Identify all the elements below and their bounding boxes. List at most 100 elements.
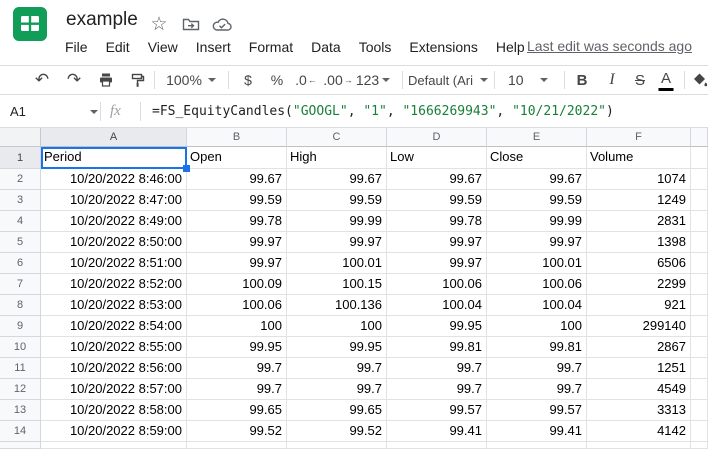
cell-B14[interactable]: 99.52 <box>187 421 287 442</box>
cell-B8[interactable]: 100.06 <box>187 295 287 316</box>
row-header-7[interactable]: 7 <box>0 274 41 295</box>
currency-format-button[interactable]: $ <box>238 66 258 94</box>
fill-handle[interactable] <box>183 165 190 172</box>
zoom-select[interactable]: 100% <box>162 66 220 94</box>
cell-C9[interactable]: 100 <box>287 316 387 337</box>
cell-B3[interactable]: 99.59 <box>187 190 287 211</box>
cell-D5[interactable]: 99.97 <box>387 232 487 253</box>
cell-C8[interactable]: 100.136 <box>287 295 387 316</box>
cell-B7[interactable]: 100.09 <box>187 274 287 295</box>
cell-C10[interactable]: 99.95 <box>287 337 387 358</box>
cell-A14[interactable]: 10/20/2022 8:59:00 <box>41 421 187 442</box>
cell-C5[interactable]: 99.97 <box>287 232 387 253</box>
cell-F13[interactable]: 3313 <box>587 400 691 421</box>
row-header-1[interactable]: 1 <box>0 147 41 169</box>
cell-B10[interactable]: 99.95 <box>187 337 287 358</box>
menu-data[interactable]: Data <box>302 35 350 59</box>
column-header-C[interactable]: C <box>287 128 387 147</box>
cell-F9[interactable]: 299140 <box>587 316 691 337</box>
menu-tools[interactable]: Tools <box>350 35 401 59</box>
cell-F5[interactable]: 1398 <box>587 232 691 253</box>
cell-F6[interactable]: 6506 <box>587 253 691 274</box>
row-header-6[interactable]: 6 <box>0 253 41 274</box>
cell-E6[interactable]: 100.01 <box>487 253 587 274</box>
column-header-A[interactable]: A <box>41 128 187 147</box>
cell-C1[interactable]: High <box>287 147 387 169</box>
cell-E10[interactable]: 99.81 <box>487 337 587 358</box>
cell-C2[interactable]: 99.67 <box>287 169 387 190</box>
column-header-E[interactable]: E <box>487 128 587 147</box>
cell-A7[interactable]: 10/20/2022 8:52:00 <box>41 274 187 295</box>
move-to-folder-icon[interactable] <box>180 13 202 35</box>
cell-C4[interactable]: 99.99 <box>287 211 387 232</box>
percent-format-button[interactable]: % <box>266 66 288 94</box>
fill-color-button[interactable] <box>690 66 708 94</box>
cell-D10[interactable]: 99.81 <box>387 337 487 358</box>
cell-C7[interactable]: 100.15 <box>287 274 387 295</box>
cell-B9[interactable]: 100 <box>187 316 287 337</box>
cell-B1[interactable]: Open <box>187 147 287 169</box>
strikethrough-button[interactable]: S <box>628 66 652 94</box>
cell-B5[interactable]: 99.97 <box>187 232 287 253</box>
cell-E9[interactable]: 100 <box>487 316 587 337</box>
cell-E3[interactable]: 99.59 <box>487 190 587 211</box>
cell-A9[interactable]: 10/20/2022 8:54:00 <box>41 316 187 337</box>
cell-E1[interactable]: Close <box>487 147 587 169</box>
row-header-2[interactable]: 2 <box>0 169 41 190</box>
row-header-4[interactable]: 4 <box>0 211 41 232</box>
cell-F10[interactable]: 2867 <box>587 337 691 358</box>
bold-button[interactable]: B <box>570 66 594 94</box>
column-header-D[interactable]: D <box>387 128 487 147</box>
cell-E8[interactable]: 100.04 <box>487 295 587 316</box>
sheets-logo-icon[interactable] <box>13 7 47 41</box>
cloud-saved-icon[interactable] <box>211 13 233 35</box>
cell-D2[interactable]: 99.67 <box>387 169 487 190</box>
cell-D6[interactable]: 99.97 <box>387 253 487 274</box>
row-header-10[interactable]: 10 <box>0 337 41 358</box>
cell-B13[interactable]: 99.65 <box>187 400 287 421</box>
cell-E2[interactable]: 99.67 <box>487 169 587 190</box>
row-header-13[interactable]: 13 <box>0 400 41 421</box>
star-icon[interactable]: ☆ <box>148 13 170 35</box>
cell-F8[interactable]: 921 <box>587 295 691 316</box>
more-formats-button[interactable]: 123 <box>352 66 394 94</box>
cell-A5[interactable]: 10/20/2022 8:50:00 <box>41 232 187 253</box>
cell-B2[interactable]: 99.67 <box>187 169 287 190</box>
cell-F1[interactable]: Volume <box>587 147 691 169</box>
cell-E14[interactable]: 99.41 <box>487 421 587 442</box>
increase-decimal-button[interactable]: .00 → <box>322 66 354 94</box>
document-title[interactable]: example <box>66 9 138 31</box>
cell-E11[interactable]: 99.7 <box>487 358 587 379</box>
menu-view[interactable]: View <box>139 35 187 59</box>
menu-insert[interactable]: Insert <box>187 35 240 59</box>
name-box[interactable]: A1 <box>10 95 26 128</box>
font-size-select[interactable]: 10 <box>502 66 554 94</box>
cell-E7[interactable]: 100.06 <box>487 274 587 295</box>
column-header-B[interactable]: B <box>187 128 287 147</box>
cell-C12[interactable]: 99.7 <box>287 379 387 400</box>
undo-button[interactable]: ↶ <box>30 66 54 94</box>
cell-D3[interactable]: 99.59 <box>387 190 487 211</box>
cell-F3[interactable]: 1249 <box>587 190 691 211</box>
text-color-button[interactable]: A <box>654 66 678 94</box>
print-button[interactable] <box>94 66 118 94</box>
cell-A8[interactable]: 10/20/2022 8:53:00 <box>41 295 187 316</box>
cell-F4[interactable]: 2831 <box>587 211 691 232</box>
cell-E5[interactable]: 99.97 <box>487 232 587 253</box>
cell-E4[interactable]: 99.99 <box>487 211 587 232</box>
font-select[interactable]: Default (Ari… <box>408 66 488 94</box>
row-header-12[interactable]: 12 <box>0 379 41 400</box>
cell-D4[interactable]: 99.78 <box>387 211 487 232</box>
cell-D14[interactable]: 99.41 <box>387 421 487 442</box>
cell-C3[interactable]: 99.59 <box>287 190 387 211</box>
cell-F14[interactable]: 4142 <box>587 421 691 442</box>
italic-button[interactable]: I <box>600 66 624 94</box>
select-all-corner[interactable] <box>0 128 41 147</box>
cell-A6[interactable]: 10/20/2022 8:51:00 <box>41 253 187 274</box>
cell-B12[interactable]: 99.7 <box>187 379 287 400</box>
cell-A1[interactable]: Period <box>41 147 187 169</box>
cell-A2[interactable]: 10/20/2022 8:46:00 <box>41 169 187 190</box>
menu-edit[interactable]: Edit <box>97 35 139 59</box>
cell-F2[interactable]: 1074 <box>587 169 691 190</box>
cell-F12[interactable]: 4549 <box>587 379 691 400</box>
